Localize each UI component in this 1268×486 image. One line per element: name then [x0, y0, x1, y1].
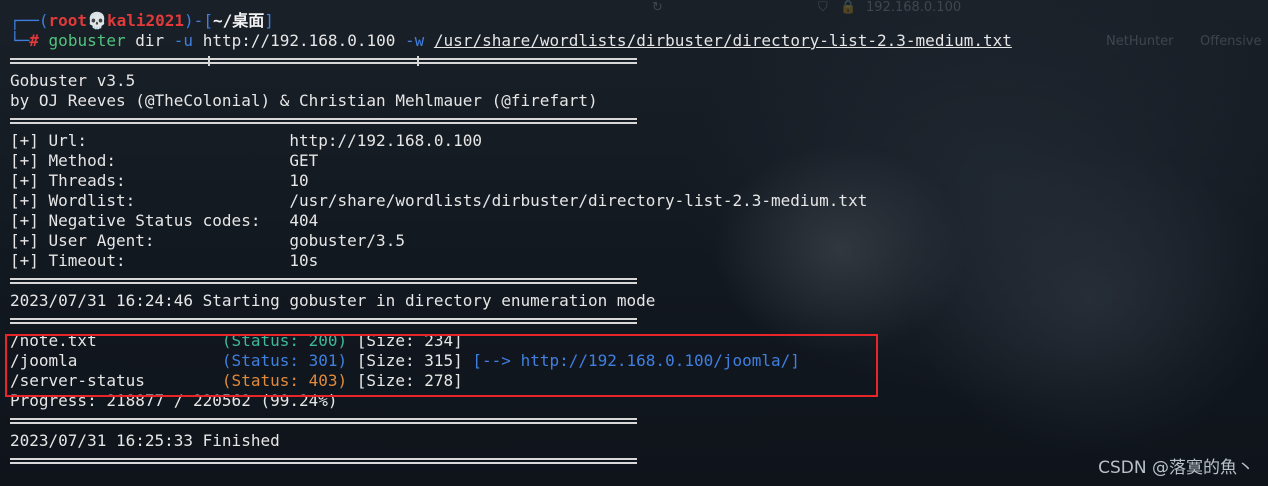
command-url: http://192.168.0.100 [202, 31, 396, 50]
config-value: 404 [289, 211, 319, 230]
results-highlight-box [5, 334, 878, 397]
prompt-hash: # [29, 31, 39, 50]
command-name: gobuster [48, 31, 126, 50]
config-row: [+] Threads: 10 [10, 171, 1012, 191]
banner-authors: by OJ Reeves (@TheColonial) & Christian … [10, 91, 598, 110]
config-value: gobuster/3.5 [289, 231, 405, 250]
config-value: http://192.168.0.100 [289, 131, 483, 150]
separator [10, 311, 1012, 331]
config-row: [+] Timeout: 10s [10, 251, 1012, 271]
skull-icon: 💀 [87, 11, 107, 30]
separator [10, 411, 1012, 431]
separator [10, 51, 1012, 71]
terminal-output: ┌──(root💀kali2021)-[~/桌面] └─# gobuster d… [10, 11, 1012, 471]
config-key: [+] Wordlist: [10, 191, 290, 210]
separator [10, 111, 1012, 131]
config-key: [+] Timeout: [10, 251, 290, 270]
prompt-lead-2: └─ [10, 31, 30, 50]
prompt-line-2[interactable]: └─# gobuster dir -u http://192.168.0.100… [10, 31, 1012, 51]
bookmark-nethunter: NetHunter [1106, 34, 1174, 49]
config-row: [+] User Agent: gobuster/3.5 [10, 231, 1012, 251]
flag-wordlist: -w [405, 31, 425, 50]
config-key: [+] Url: [10, 131, 290, 150]
config-row: [+] Negative Status codes: 404 [10, 211, 1012, 231]
config-row: [+] Wordlist: /usr/share/wordlists/dirbu… [10, 191, 1012, 211]
config-value: 10s [289, 251, 319, 270]
prompt-lead: ┌──( [10, 11, 49, 30]
config-row: [+] Url: http://192.168.0.100 [10, 131, 1012, 151]
banner-title: Gobuster v3.5 [10, 71, 136, 90]
config-key: [+] Negative Status codes: [10, 211, 290, 230]
config-block: [+] Url: http://192.168.0.100 [+] Method:… [10, 131, 1012, 271]
config-value: GET [289, 151, 319, 170]
config-value: /usr/share/wordlists/dirbuster/directory… [289, 191, 868, 210]
config-key: [+] Threads: [10, 171, 290, 190]
separator [10, 271, 1012, 291]
start-line: 2023/07/31 16:24:46 Starting gobuster in… [10, 291, 656, 310]
finished-line: 2023/07/31 16:25:33 Finished [10, 431, 280, 450]
prompt-end: ] [264, 11, 274, 30]
csdn-watermark: CSDN @落寞的魚丶 [1098, 458, 1254, 478]
bookmark-offensive: Offensive [1200, 34, 1262, 49]
flag-url: -u [173, 31, 194, 50]
config-key: [+] Method: [10, 151, 290, 170]
prompt-cwd: ~/桌面 [212, 11, 265, 30]
prompt-host: kali2021 [106, 11, 185, 30]
separator [10, 451, 1012, 471]
prompt-line-1: ┌──(root💀kali2021)-[~/桌面] [10, 11, 1012, 31]
config-row: [+] Method: GET [10, 151, 1012, 171]
config-value: 10 [289, 171, 309, 190]
config-key: [+] User Agent: [10, 231, 290, 250]
command-mode: dir [135, 31, 165, 50]
command-wordlist: /usr/share/wordlists/dirbuster/directory… [433, 31, 1012, 50]
prompt-separator: )-[ [184, 11, 213, 30]
prompt-user: root [48, 11, 88, 30]
